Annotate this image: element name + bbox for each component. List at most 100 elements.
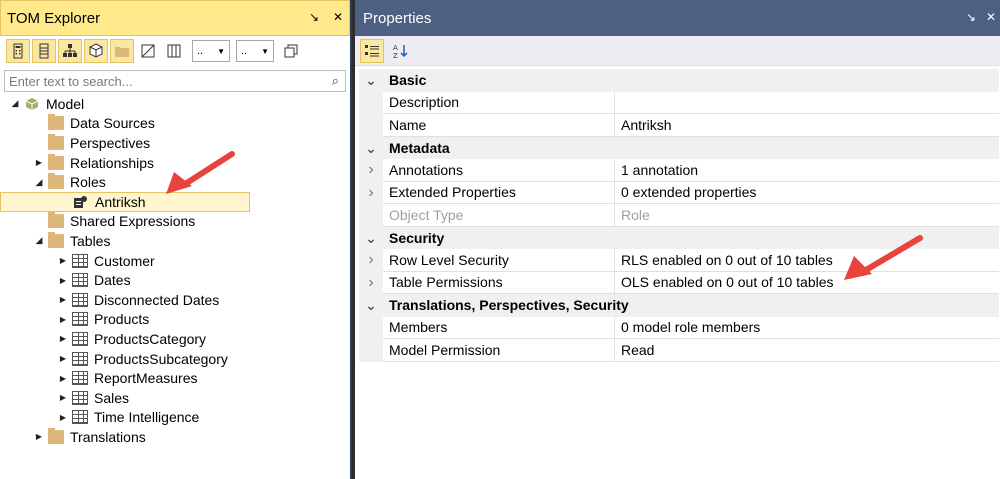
search-input[interactable] <box>9 73 299 89</box>
tom-tree: ◢ Model Data Sources Perspectives ▶ Relations… <box>0 94 350 447</box>
tree-node[interactable]: ▶ Products <box>0 310 350 330</box>
expand-icon[interactable]: ▶ <box>34 158 44 167</box>
expand-icon[interactable]: ▶ <box>58 354 68 363</box>
expand-icon[interactable]: ▶ <box>34 432 44 441</box>
folder-icon <box>48 153 64 170</box>
chevron-down-icon: ▼ <box>261 46 269 56</box>
tree-node[interactable]: ◢ Roles <box>0 172 350 192</box>
tree-node[interactable]: ▶ Disconnected Dates <box>0 290 350 310</box>
table-icon <box>72 253 88 268</box>
property-name: Members <box>383 316 615 339</box>
tree-node-label: Relationships <box>70 154 155 171</box>
collapse-icon[interactable]: ◢ <box>10 98 20 109</box>
tree-node[interactable]: ▶ ReportMeasures <box>0 368 350 388</box>
property-category[interactable]: ⌄ Metadata <box>359 136 999 159</box>
expand-icon[interactable]: ▶ <box>58 393 68 402</box>
show-hierarchies-icon[interactable] <box>58 39 82 63</box>
tree-node[interactable]: ▶ ProductsSubcategory <box>0 349 350 369</box>
tree-node[interactable]: ▶ Relationships <box>0 153 350 173</box>
tree-node[interactable]: ▶ Time Intelligence <box>0 408 350 428</box>
expand-icon[interactable]: ▶ <box>58 295 68 304</box>
expand-icon[interactable]: ▶ <box>58 374 68 383</box>
pin-icon[interactable]: ↘ <box>966 10 976 24</box>
property-row[interactable]: Model Permission Read <box>359 339 999 362</box>
tree-node[interactable]: ◢ Model <box>0 94 350 114</box>
property-value[interactable]: OLS enabled on 0 out of 10 tables <box>615 272 999 294</box>
tree-node[interactable]: ▶ Dates <box>0 270 350 290</box>
property-row[interactable]: › Table Permissions OLS enabled on 0 out o… <box>359 271 999 294</box>
tree-node[interactable]: ◢ Tables <box>0 231 350 251</box>
expand-icon[interactable]: › <box>359 181 383 204</box>
tree-node[interactable]: ▶ Translations <box>0 427 350 447</box>
show-cube-icon[interactable] <box>84 39 108 63</box>
alphabetical-sort-icon[interactable]: AZ <box>388 39 412 63</box>
folder-icon <box>48 212 64 229</box>
category-label: Metadata <box>389 139 450 156</box>
table-icon <box>72 390 88 405</box>
property-row[interactable]: › Extended Properties 0 extended propertie… <box>359 181 999 204</box>
tom-toolbar: .. ▼ .. ▼ <box>0 36 350 66</box>
collapse-icon[interactable]: ⌄ <box>359 226 383 249</box>
property-value[interactable]: RLS enabled on 0 out of 10 tables <box>615 249 999 272</box>
tom-search-box[interactable]: ⌕ <box>4 70 346 92</box>
collapse-icon[interactable]: ◢ <box>34 235 44 246</box>
pin-icon[interactable]: ↘ <box>307 10 321 24</box>
search-icon[interactable]: ⌕ <box>332 73 339 89</box>
collapse-icon[interactable]: ⌄ <box>359 294 383 317</box>
svg-text:A: A <box>393 44 398 52</box>
folder-icon <box>48 173 64 190</box>
property-row[interactable]: › Annotations 1 annotation <box>359 159 999 182</box>
property-row[interactable]: Object Type Role <box>359 204 999 227</box>
property-value[interactable]: Antriksh <box>615 114 999 137</box>
property-value[interactable]: 0 extended properties <box>615 182 999 204</box>
tree-node-label: Time Intelligence <box>94 409 200 426</box>
collapse-icon[interactable]: ⌄ <box>359 69 383 92</box>
property-value[interactable] <box>615 92 999 114</box>
tree-node-label: Perspectives <box>70 134 151 151</box>
language-dropdown[interactable]: .. ▼ <box>236 40 274 62</box>
show-hidden-icon[interactable] <box>136 39 160 63</box>
tree-node-label: Dates <box>94 272 131 289</box>
show-partitions-icon[interactable] <box>162 39 186 63</box>
tree-node[interactable]: Data Sources <box>0 114 350 134</box>
show-folders-icon[interactable] <box>110 39 134 63</box>
expand-icon[interactable]: ▶ <box>58 413 68 422</box>
property-row[interactable]: Description <box>359 91 999 114</box>
close-icon[interactable]: ✕ <box>331 10 345 24</box>
expand-icon[interactable]: › <box>359 159 383 182</box>
perspective-dropdown[interactable]: .. ▼ <box>192 40 230 62</box>
table-icon <box>72 312 88 327</box>
sync-icon[interactable] <box>282 42 300 60</box>
expand-icon[interactable]: ▶ <box>58 334 68 343</box>
tree-node[interactable]: ▶ Sales <box>0 388 350 408</box>
tree-node[interactable]: Perspectives <box>0 133 350 153</box>
expand-icon[interactable]: ▶ <box>58 315 68 324</box>
property-row[interactable]: Name Antriksh <box>359 114 999 137</box>
properties-toolbar: AZ <box>355 36 1000 66</box>
property-category[interactable]: ⌄ Security <box>359 226 999 249</box>
category-label: Translations, Perspectives, Security <box>389 297 629 314</box>
property-value[interactable]: 1 annotation <box>615 159 999 182</box>
show-calculator-icon[interactable] <box>6 39 30 63</box>
row-gutter <box>359 316 383 339</box>
tree-node[interactable]: Antriksh <box>0 191 250 212</box>
categorized-view-icon[interactable] <box>360 38 384 63</box>
collapse-icon[interactable]: ⌄ <box>359 136 383 159</box>
category-label: Basic <box>389 72 427 89</box>
expand-icon[interactable]: ▶ <box>58 256 68 265</box>
show-columns-icon[interactable] <box>32 39 56 63</box>
property-category[interactable]: ⌄ Basic <box>359 69 999 92</box>
expand-icon[interactable]: › <box>359 271 383 294</box>
property-row[interactable]: › Row Level Security RLS enabled on 0 out … <box>359 249 999 272</box>
close-icon[interactable]: ✕ <box>986 10 996 24</box>
tree-node[interactable]: ▶ Customer <box>0 251 350 271</box>
expand-icon[interactable]: ▶ <box>58 276 68 285</box>
property-row[interactable]: Members 0 model role members <box>359 316 999 339</box>
tree-node[interactable]: ▶ ProductsCategory <box>0 329 350 349</box>
property-category[interactable]: ⌄ Translations, Perspectives, Security <box>359 294 999 317</box>
expand-icon[interactable]: › <box>359 249 383 272</box>
property-value[interactable]: Read <box>615 339 999 362</box>
property-value[interactable]: 0 model role members <box>615 317 999 339</box>
tree-node[interactable]: Shared Expressions <box>0 212 350 232</box>
collapse-icon[interactable]: ◢ <box>34 177 44 188</box>
